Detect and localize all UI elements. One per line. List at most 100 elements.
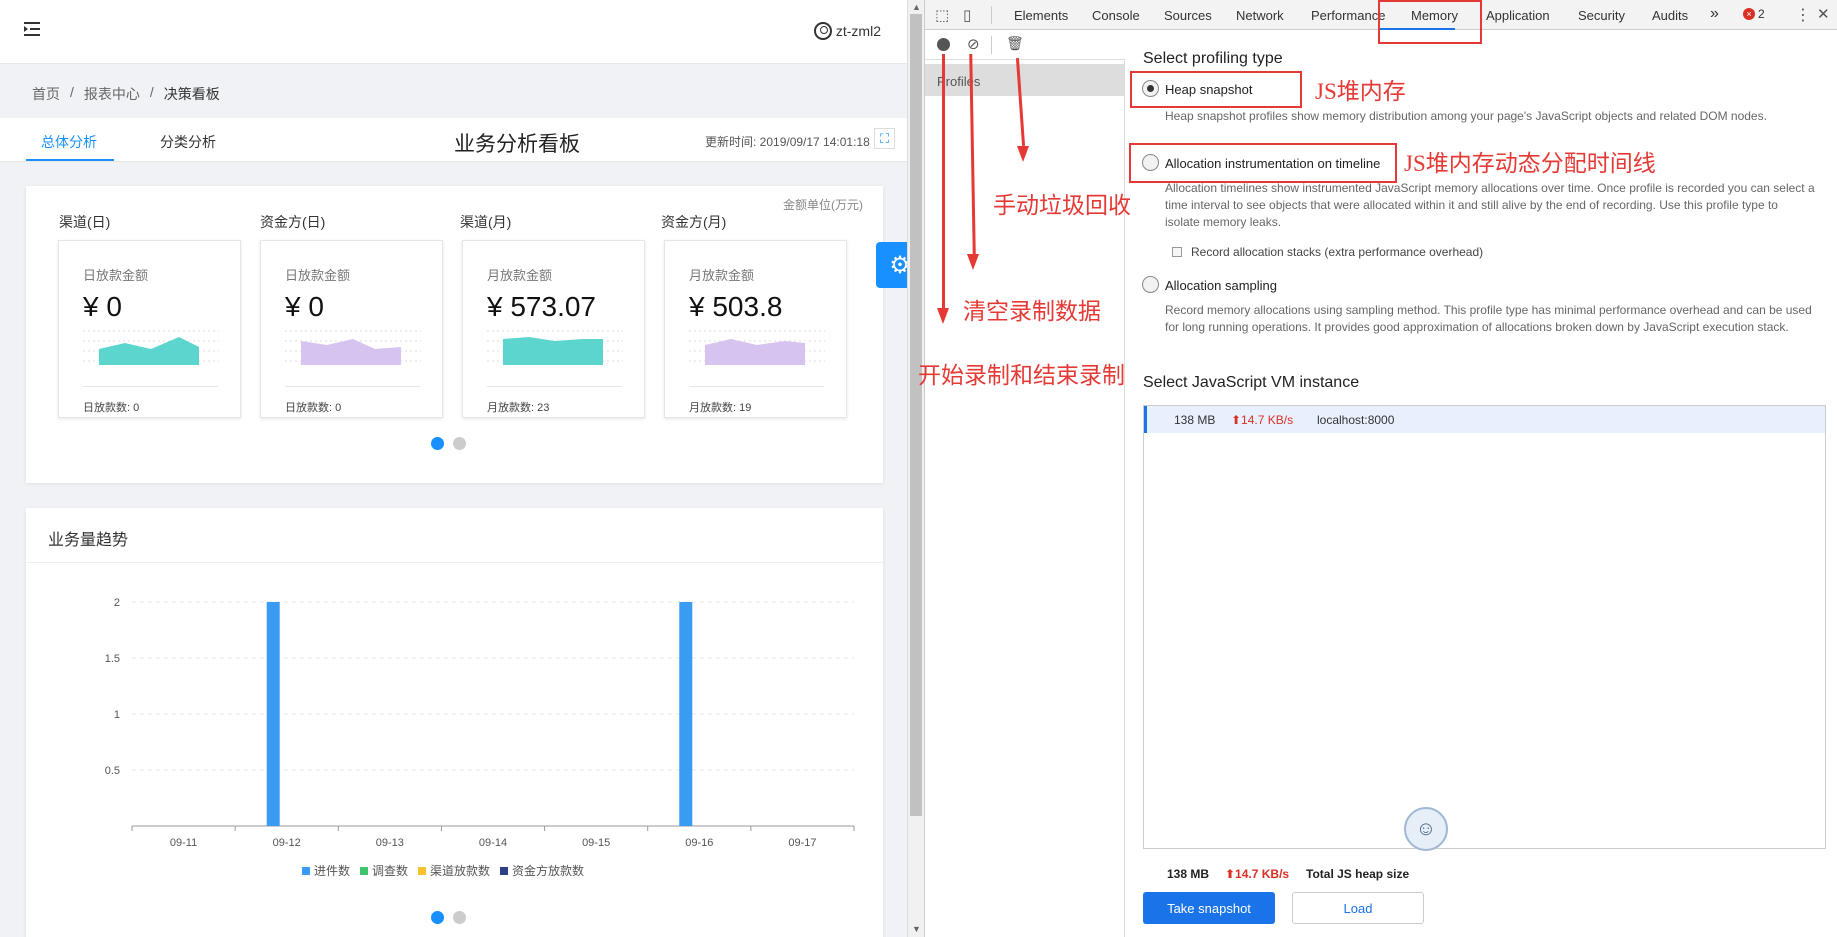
vm-size: 138 MB [1174, 413, 1216, 427]
tab-category[interactable]: 分类分析 [160, 132, 216, 152]
kpi-group-label: 资金方(月) [661, 214, 727, 230]
legend-item[interactable]: 调查数 [360, 862, 408, 879]
kpi-label: 月放款金额 [689, 268, 755, 283]
unit-note: 金额单位(万元) [783, 198, 863, 212]
settings-gear-icon[interactable]: ⚙ [876, 242, 907, 288]
devtools-panel: ⬚ ▯ Elements Console Sources Network Per… [918, 0, 1837, 937]
kpi-value: ¥ 573.07 [487, 291, 596, 322]
legend-item[interactable]: 资金方放款数 [500, 862, 584, 879]
annotation-heap: JS堆内存 [1315, 79, 1406, 104]
kpi-tile: 日放款金额 ¥ 0 日放款数: 0 [58, 240, 241, 418]
take-snapshot-button[interactable]: Take snapshot [1143, 892, 1275, 924]
collect-garbage-icon[interactable]: 🗑 [1006, 35, 1024, 52]
carousel-dot-active[interactable] [431, 911, 444, 924]
close-icon[interactable]: ✕ [1817, 5, 1830, 23]
more-tabs-icon[interactable]: » [1710, 5, 1719, 23]
scrollbar-thumb[interactable] [910, 14, 922, 816]
page-scrollbar[interactable]: ▲ ▼ [907, 0, 924, 937]
user-menu[interactable]: zt-zml2 [813, 22, 881, 40]
load-button[interactable]: Load [1292, 892, 1424, 924]
carousel-dot[interactable] [453, 911, 466, 924]
footer-rate: ⬆14.7 KB/s [1225, 867, 1290, 881]
profiles-header[interactable]: Profiles [925, 64, 1125, 96]
vm-instance-heading: Select JavaScript VM instance [1143, 374, 1360, 391]
device-toolbar-icon[interactable]: ▯ [963, 6, 971, 24]
tab-console[interactable]: Console [1092, 8, 1140, 23]
clear-all-icon[interactable]: ⊘ [967, 35, 980, 53]
trend-card: 业务量趋势 2 1.5 1 0.5 09-11 09-12 09-13 09-14 09-15 0… [26, 508, 883, 937]
y-tick-label: 2 [114, 597, 120, 609]
page-title: 业务分析看板 [454, 133, 580, 156]
record-stacks-checkbox[interactable] [1172, 247, 1182, 257]
bar [266, 602, 280, 826]
kpi-group-label: 渠道(月) [460, 214, 512, 230]
kpi-label: 月放款金额 [487, 268, 553, 283]
tab-audits[interactable]: Audits [1652, 8, 1688, 23]
tab-application[interactable]: Application [1486, 8, 1550, 23]
carousel-dot[interactable] [453, 437, 466, 450]
inspect-element-icon[interactable]: ⬚ [935, 6, 949, 24]
kpi-card: 金额单位(万元) 渠道(日) 资金方(日) 渠道(月) 资金方(月) 日放款金额… [26, 186, 883, 483]
heap-snapshot-label[interactable]: Heap snapshot [1165, 82, 1252, 97]
breadcrumb-report-center[interactable]: 报表中心 [84, 84, 140, 104]
trend-title: 业务量趋势 [48, 532, 129, 549]
tab-performance[interactable]: Performance [1311, 8, 1385, 23]
legend-item[interactable]: 渠道放款数 [418, 862, 490, 879]
allocation-sampling-label[interactable]: Allocation sampling [1165, 278, 1277, 293]
breadcrumb-home[interactable]: 首页 [32, 84, 60, 104]
x-tick-label: 09-13 [376, 837, 404, 849]
allocation-timeline-desc: Allocation timelines show instrumented J… [1165, 181, 1815, 229]
kpi-value: ¥ 0 [285, 291, 324, 322]
radio-heap-snapshot[interactable] [1142, 80, 1159, 97]
user-icon [813, 22, 832, 40]
tab-security[interactable]: Security [1578, 8, 1625, 23]
menu-fold-icon[interactable] [24, 22, 44, 38]
x-tick-label: 09-16 [685, 837, 713, 849]
kpi-value: ¥ 503.8 [689, 291, 783, 322]
update-time: 更新时间: 2019/09/17 14:01:18 [705, 135, 870, 149]
y-tick-label: 1.5 [105, 653, 120, 665]
allocation-sampling-desc: Record memory allocations using sampling… [1165, 303, 1812, 334]
mascot-icon: ☺ [1404, 807, 1448, 851]
y-tick-label: 0.5 [105, 765, 120, 777]
memory-main: Select profiling type Heap snapshot JS堆内… [1125, 30, 1837, 937]
kpi-sparkline [83, 330, 219, 365]
allocation-timeline-label[interactable]: Allocation instrumentation on timeline [1165, 156, 1380, 171]
footer-heap-size: 138 MB [1167, 867, 1210, 881]
heap-snapshot-desc: Heap snapshot profiles show memory distr… [1165, 109, 1767, 123]
kpi-label: 日放款金额 [285, 268, 351, 283]
annotation-timeline: JS堆内存动态分配时间线 [1404, 151, 1656, 176]
tab-overall[interactable]: 总体分析 [41, 132, 97, 152]
kpi-sparkline [689, 330, 825, 365]
record-stacks-label[interactable]: Record allocation stacks (extra performa… [1191, 245, 1483, 259]
kpi-tile: 日放款金额 ¥ 0 日放款数: 0 [260, 240, 443, 418]
x-tick-label: 09-11 [170, 837, 197, 849]
legend-item[interactable]: 进件数 [302, 862, 350, 879]
tab-sources[interactable]: Sources [1164, 8, 1212, 23]
breadcrumb: 首页 / 报表中心 / 决策看板 [32, 84, 220, 104]
kpi-group-label: 资金方(日) [260, 214, 326, 230]
tab-ink-bar [26, 159, 114, 161]
radio-allocation-timeline[interactable] [1142, 154, 1159, 171]
radio-allocation-sampling[interactable] [1142, 276, 1159, 293]
fullscreen-icon[interactable]: ⛶ [874, 128, 895, 149]
record-icon[interactable] [937, 38, 950, 51]
kpi-count: 月放款数: 19 [689, 402, 752, 414]
error-counter[interactable]: × 2 [1743, 7, 1765, 21]
error-icon: × [1743, 8, 1755, 20]
y-tick-label: 1 [114, 709, 120, 721]
kpi-count: 月放款数: 23 [487, 402, 550, 414]
vm-instance-row[interactable]: 138 MB ⬆14.7 KB/s localhost:8000 [1144, 406, 1825, 433]
tab-elements[interactable]: Elements [1014, 8, 1068, 23]
kpi-tile: 月放款金额 ¥ 503.8 月放款数: 19 [664, 240, 847, 418]
kpi-tile: 月放款金额 ¥ 573.07 月放款数: 23 [462, 240, 645, 418]
annotation-gc: 手动垃圾回收 [993, 193, 1131, 218]
kebab-menu-icon[interactable]: ⋮ [1795, 5, 1811, 25]
tab-network[interactable]: Network [1236, 8, 1284, 23]
trend-chart: 2 1.5 1 0.5 09-11 09-12 09-13 09-14 09-15 09-16 09… [105, 597, 855, 849]
kpi-group-label: 渠道(日) [59, 214, 111, 230]
bar [679, 602, 693, 826]
breadcrumb-current: 决策看板 [163, 86, 220, 102]
kpi-sparkline [285, 330, 421, 365]
carousel-dot-active[interactable] [431, 437, 444, 450]
